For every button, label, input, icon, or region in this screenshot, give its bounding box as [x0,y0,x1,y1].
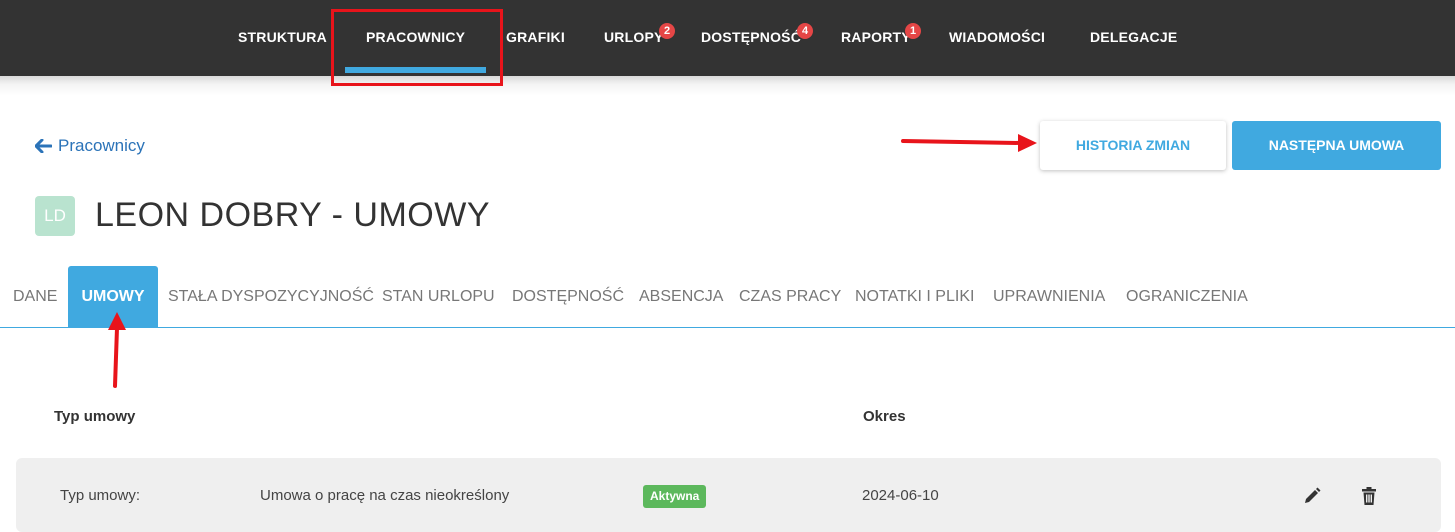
tab-dane[interactable]: DANE [13,288,57,306]
tab-stala-dyspozycyjnosc[interactable]: STAŁA DYSPOZYCYJNOŚĆ [168,288,374,306]
annotation-arrow-right [901,134,1037,152]
nav-item-wiadomosci[interactable]: WIADOMOŚCI [949,29,1045,45]
nav-item-grafiki[interactable]: GRAFIKI [506,29,565,45]
tab-czas-pracy[interactable]: CZAS PRACY [739,288,841,306]
delete-button[interactable] [1358,485,1380,507]
tabs-divider [0,327,1455,328]
contract-period: 2024-06-10 [862,487,939,504]
annotation-arrow-up [108,312,126,388]
back-link-label: Pracownicy [58,136,145,155]
contract-type-label: Typ umowy: [60,487,141,504]
tab-dostepnosc[interactable]: DOSTĘPNOŚĆ [512,288,624,306]
nav-item-dostepnosc[interactable]: DOSTĘPNOŚĆ [701,29,801,45]
edit-button[interactable] [1301,485,1323,507]
nav-item-delegacje[interactable]: DELEGACJE [1090,29,1177,45]
nav-badge-raporty: 1 [905,23,921,39]
pencil-icon [1305,487,1321,503]
tab-uprawnienia[interactable]: UPRAWNIENIA [993,288,1105,306]
column-header-contract-type: Typ umowy [54,408,136,425]
avatar: LD [35,196,75,236]
page-title: LEON DOBRY - UMOWY [95,196,491,234]
tab-absencja[interactable]: ABSENCJA [639,288,723,306]
contract-type-value: Umowa o pracę na czas nieokreślony [260,487,510,504]
next-contract-button[interactable]: NASTĘPNA UMOWA [1232,121,1441,170]
table-row [16,458,1441,532]
nav-item-urlopy[interactable]: URLOPY [604,29,664,45]
column-header-period: Okres [863,408,906,425]
annotation-highlight-box [331,9,503,86]
tab-ograniczenia[interactable]: OGRANICZENIA [1126,288,1248,306]
trash-icon [1362,487,1376,505]
nav-badge-dostepnosc: 4 [797,23,813,39]
history-button[interactable]: HISTORIA ZMIAN [1040,121,1226,170]
arrow-left-icon [35,139,52,153]
back-link[interactable]: Pracownicy [35,136,145,156]
tab-notatki-i-pliki[interactable]: NOTATKI I PLIKI [855,288,974,306]
nav-badge-urlopy: 2 [659,23,675,39]
tab-stan-urlopu[interactable]: STAN URLOPU [382,288,495,306]
nav-item-raporty[interactable]: RAPORTY [841,29,911,45]
status-badge: Aktywna [643,485,707,508]
nav-item-struktura[interactable]: STRUKTURA [238,29,327,45]
topbar-shadow [0,76,1455,96]
